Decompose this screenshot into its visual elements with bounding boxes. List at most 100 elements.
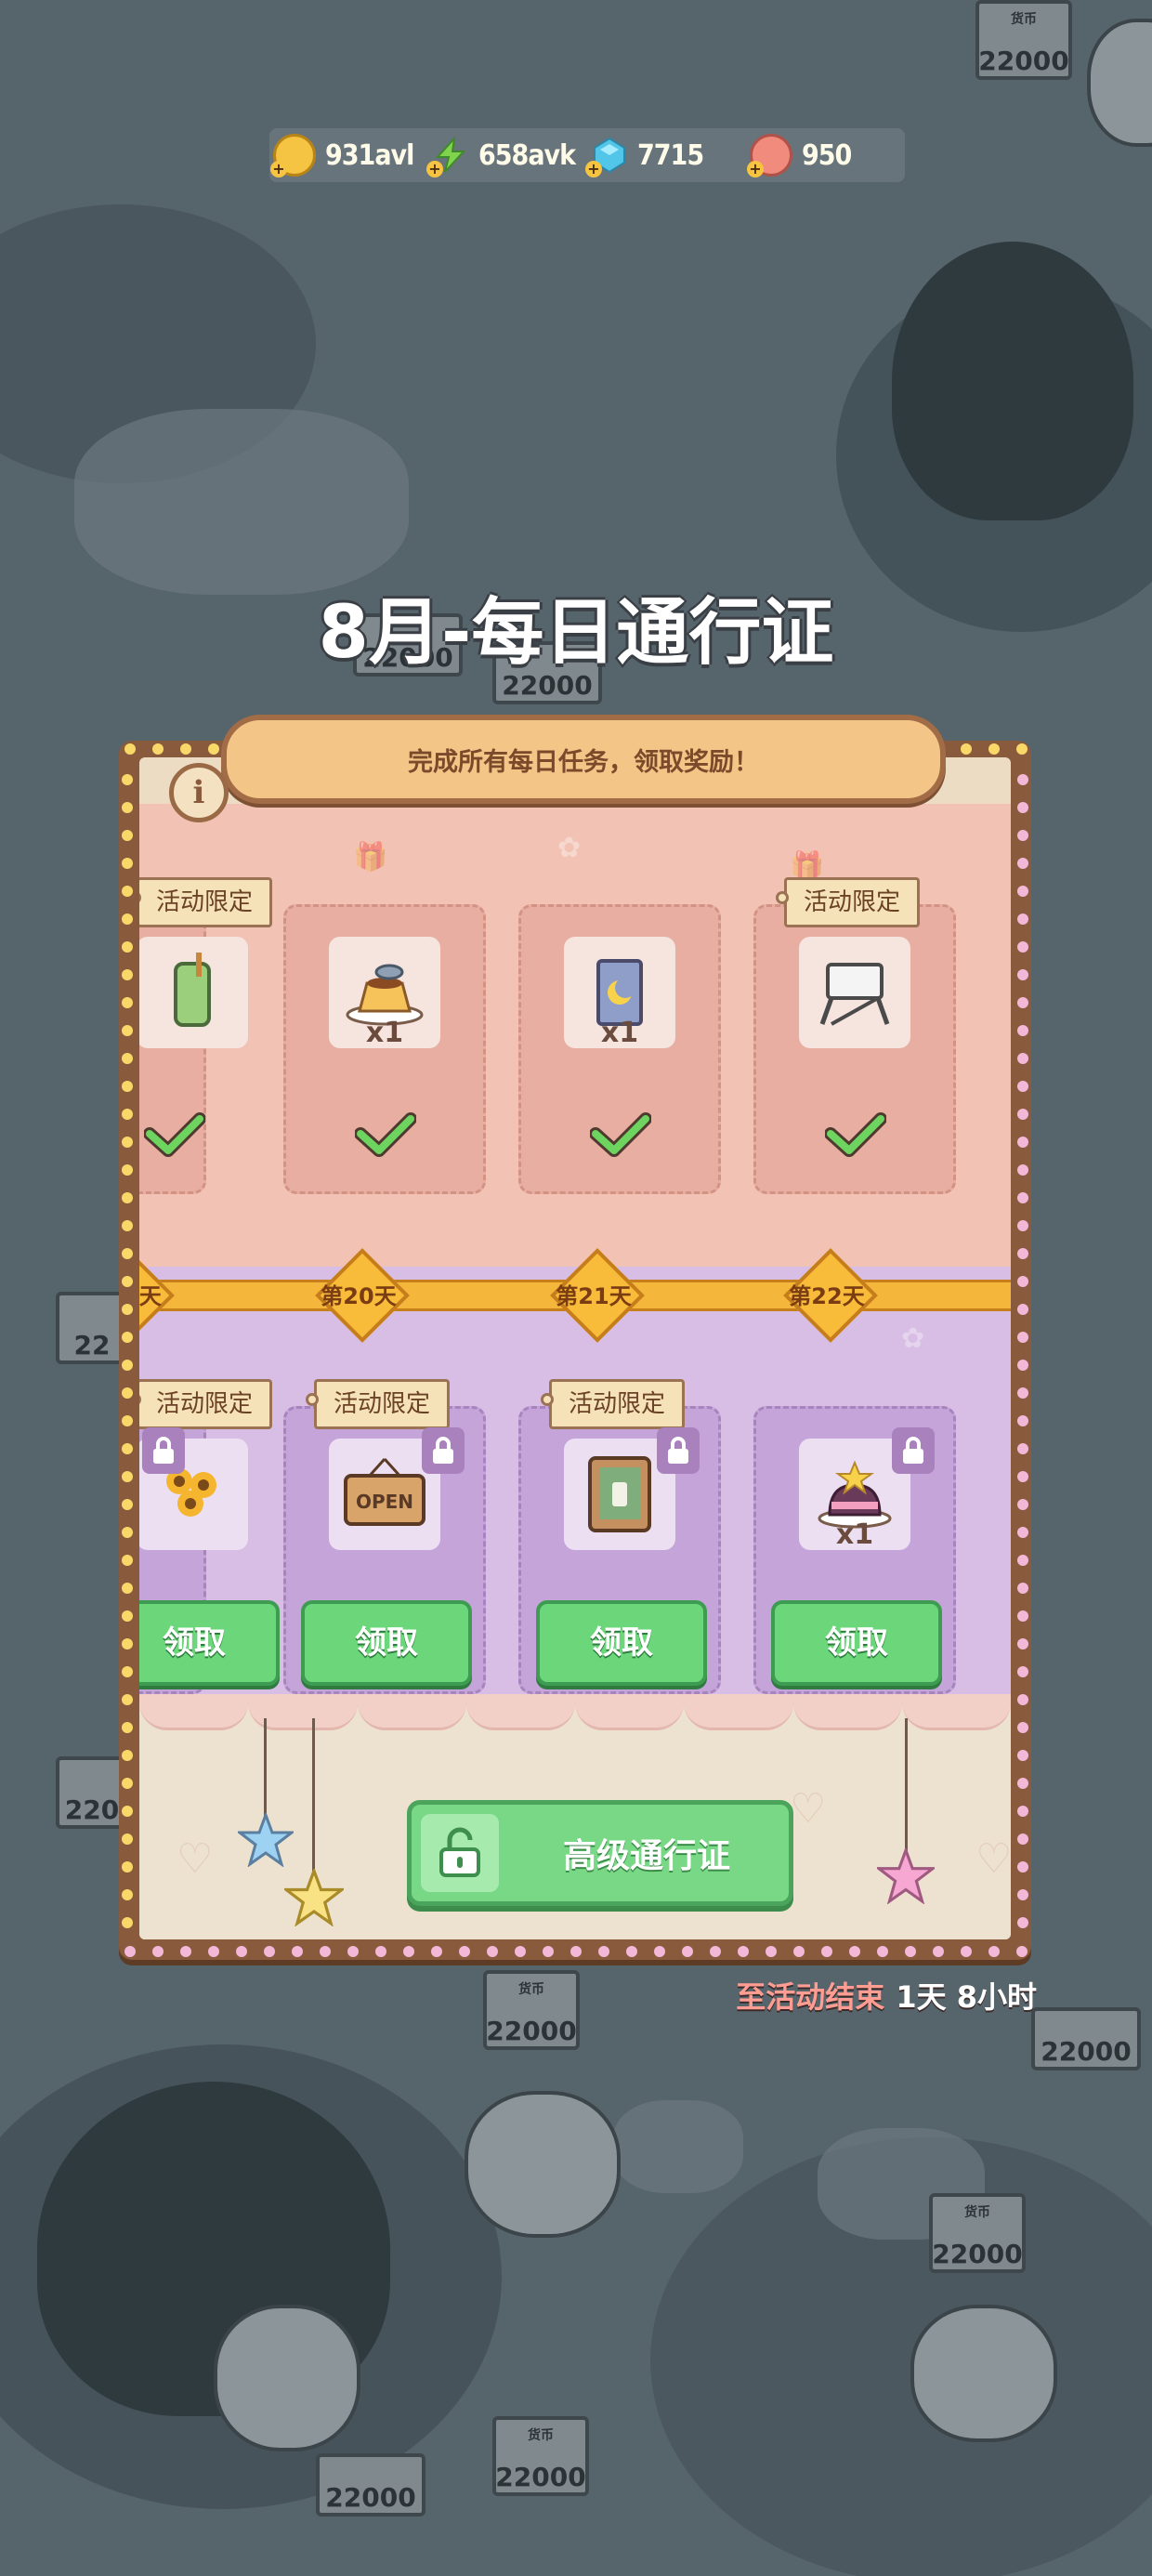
energy-value: 658avk xyxy=(478,138,576,172)
panel-content: i 🎁 ✿ 🎁 ✿ ✿ ✿ 🎁 🎁 第19天 第20天 第21天 第22天 xyxy=(139,757,1011,1939)
light-bulb xyxy=(905,1946,916,1957)
light-bulb xyxy=(1017,1917,1028,1928)
light-bulb xyxy=(122,1220,133,1231)
event-limited-tag: 活动限定 xyxy=(305,1379,451,1429)
light-bulb xyxy=(1017,1137,1028,1148)
light-bulb xyxy=(961,743,972,755)
light-bulb xyxy=(1017,1555,1028,1566)
light-bulb xyxy=(933,1946,944,1957)
light-bulb xyxy=(122,1499,133,1510)
light-bulb xyxy=(292,1946,303,1957)
light-bulb xyxy=(1017,1638,1028,1649)
day-marker: 第20天 xyxy=(315,1248,410,1343)
light-bulb xyxy=(122,1248,133,1259)
claim-button[interactable]: 领取 xyxy=(301,1600,472,1686)
claim-button[interactable]: 领取 xyxy=(536,1600,707,1686)
light-bulb xyxy=(122,858,133,869)
light-bulb xyxy=(1017,1806,1028,1817)
star-icon xyxy=(284,1869,344,1926)
star-icon xyxy=(238,1813,294,1867)
light-bulb xyxy=(122,1109,133,1120)
light-bulb xyxy=(264,1946,275,1957)
light-bulb xyxy=(152,1946,164,1957)
star-icon xyxy=(877,1848,935,1904)
light-bulb xyxy=(1017,1109,1028,1120)
day-marker: 第21天 xyxy=(550,1248,645,1343)
plus-icon[interactable]: + xyxy=(270,161,287,177)
info-icon[interactable]: i xyxy=(169,763,229,822)
light-bulb xyxy=(1017,1694,1028,1705)
premium-pass-button[interactable]: 高级通行证 xyxy=(407,1800,793,1906)
bg-sign: 货币 22000 xyxy=(975,0,1072,80)
light-bulb xyxy=(1017,886,1028,897)
premium-reward-card[interactable]: 活动限定 领取 xyxy=(518,1379,721,1694)
svg-text:OPEN: OPEN xyxy=(356,1491,413,1513)
light-bulb xyxy=(1017,1025,1028,1036)
light-bulb xyxy=(122,969,133,980)
light-bulb xyxy=(122,1778,133,1789)
light-bulb xyxy=(849,1946,860,1957)
light-bulb xyxy=(1017,1833,1028,1845)
light-bulb xyxy=(122,913,133,925)
light-bulb xyxy=(208,1946,219,1957)
checkmark-icon xyxy=(590,1112,651,1157)
light-bulb xyxy=(626,1946,637,1957)
light-bulb xyxy=(710,1946,721,1957)
plus-icon[interactable]: + xyxy=(426,161,443,177)
plus-icon[interactable]: + xyxy=(585,161,602,177)
light-bulb xyxy=(1017,1164,1028,1176)
light-bulb xyxy=(1017,1443,1028,1454)
claim-button[interactable]: 领取 xyxy=(771,1600,942,1686)
light-bulb xyxy=(122,1332,133,1343)
event-limited-tag: 活动限定 xyxy=(139,1379,273,1429)
light-bulb xyxy=(122,1610,133,1622)
light-bulb xyxy=(1017,1778,1028,1789)
free-reward-card[interactable]: x1 xyxy=(283,904,486,1194)
light-bulb xyxy=(1017,1360,1028,1371)
plus-icon[interactable]: + xyxy=(747,161,764,177)
light-bulb xyxy=(821,1946,832,1957)
light-bulb xyxy=(122,886,133,897)
currency-gem[interactable]: + 7715 xyxy=(585,137,746,177)
premium-reward-card[interactable]: 活动限定 OPEN 领取 xyxy=(283,1379,486,1694)
currency-coin[interactable]: + 931avl xyxy=(269,134,428,177)
light-bulb xyxy=(1017,1861,1028,1873)
day-marker: 第22天 xyxy=(783,1248,878,1343)
light-bulb xyxy=(403,1946,414,1957)
light-bulb xyxy=(122,1527,133,1538)
heart-icon: ♡ xyxy=(975,1835,1011,1883)
free-reward-card[interactable]: 活动限定 xyxy=(139,877,273,1194)
light-bulb xyxy=(152,743,164,755)
light-bulb xyxy=(543,1946,554,1957)
lock-icon xyxy=(422,1427,465,1474)
light-bulb xyxy=(1017,1610,1028,1622)
coin-icon: + xyxy=(270,134,316,177)
claim-button[interactable]: 领取 xyxy=(139,1600,280,1686)
light-bulb xyxy=(208,743,219,755)
timer-prefix: 至活动结束 xyxy=(736,1979,885,2015)
currency-energy[interactable]: + 658avk xyxy=(426,135,587,177)
light-bulb xyxy=(1017,969,1028,980)
checkmark-icon xyxy=(355,1112,416,1157)
reward-quantity: x1 xyxy=(600,1017,639,1049)
light-bulb xyxy=(1017,1387,1028,1399)
light-bulb xyxy=(682,1946,693,1957)
light-bulb xyxy=(1017,913,1028,925)
light-bulb xyxy=(1017,1248,1028,1259)
checkmark-icon xyxy=(825,1112,886,1157)
light-bulb xyxy=(1017,1583,1028,1594)
currency-cookie[interactable]: + 950 xyxy=(746,134,905,177)
light-bulb xyxy=(1017,774,1028,785)
light-bulb xyxy=(570,1946,582,1957)
premium-reward-card[interactable]: x1 领取 xyxy=(753,1406,956,1694)
light-bulb xyxy=(487,1946,498,1957)
light-bulb xyxy=(122,1694,133,1705)
free-reward-card[interactable]: x1 xyxy=(518,904,721,1194)
light-bulb xyxy=(1017,1304,1028,1315)
premium-reward-card[interactable]: 活动限定 领取 xyxy=(139,1379,280,1694)
daily-pass-panel: 完成所有每日任务，领取奖励！ i 🎁 ✿ 🎁 ✿ ✿ ✿ 🎁 🎁 第19天 第2… xyxy=(119,715,1031,1960)
free-reward-card[interactable]: 活动限定 xyxy=(753,877,956,1194)
light-bulb xyxy=(122,1192,133,1203)
light-bulb xyxy=(1017,1192,1028,1203)
light-bulb xyxy=(122,1164,133,1176)
